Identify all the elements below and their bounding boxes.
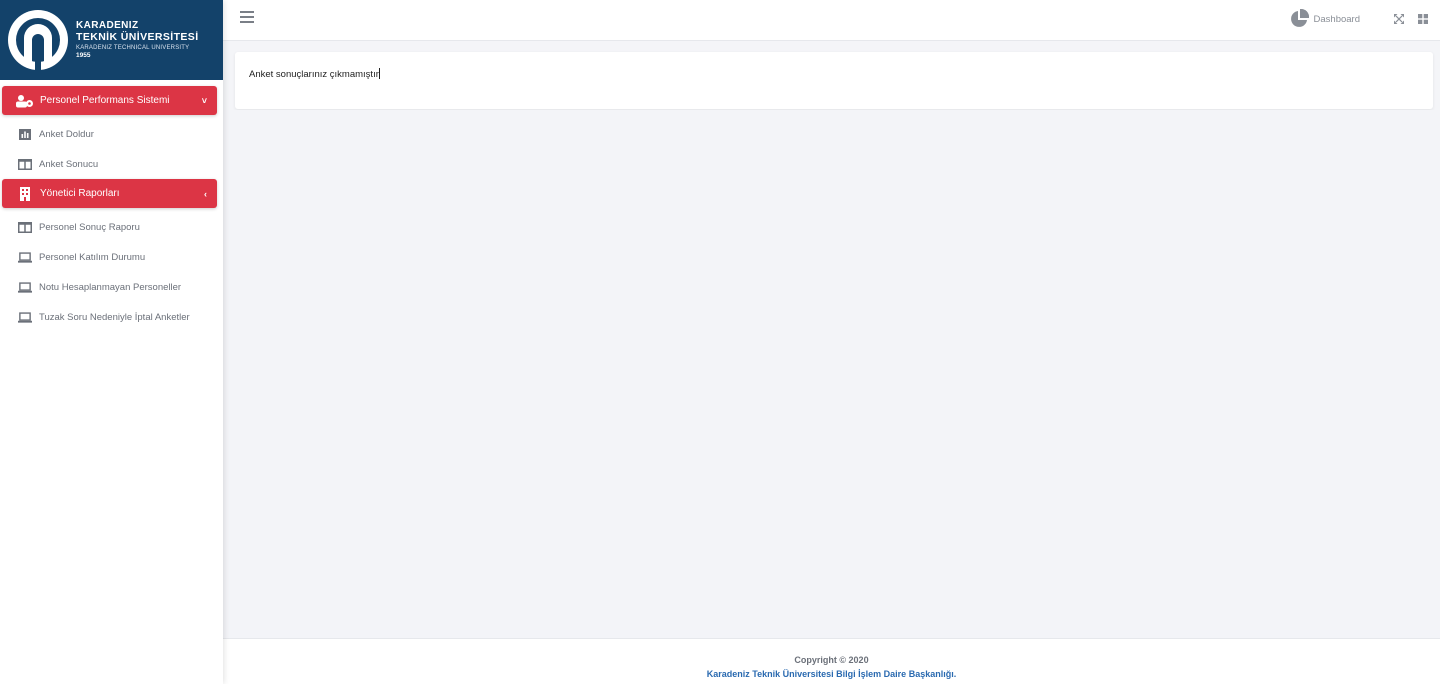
- brand-header[interactable]: KARADENIZ TEKNİK ÜNİVERSİTESİ KARADENIZ …: [0, 0, 223, 80]
- sidebar-item-notu-hesaplanmayan[interactable]: Notu Hesaplanmayan Personeller: [0, 272, 223, 302]
- expand-icon[interactable]: [1394, 14, 1404, 24]
- sidebar-item-anket-doldur[interactable]: Anket Doldur: [0, 119, 223, 149]
- sidebar-item-label: Tuzak Soru Nedeniyle İptal Anketler: [39, 311, 190, 323]
- chevron-down-icon: ˅: [201, 95, 207, 106]
- laptop-icon: [18, 311, 32, 323]
- sidebar-item-personel-katilim-durumu[interactable]: Personel Katılım Durumu: [0, 242, 223, 272]
- brand-text: KARADENIZ TEKNİK ÜNİVERSİTESİ KARADENIZ …: [76, 21, 199, 59]
- dashboard-label: Dashboard: [1313, 13, 1360, 25]
- sidebar-item-label: Anket Doldur: [39, 128, 94, 140]
- users-cog-icon: [16, 94, 34, 108]
- sidebar-item-label: Anket Sonucu: [39, 158, 99, 170]
- columns-icon: [18, 158, 32, 170]
- sidebar-item-label: Personel Katılım Durumu: [39, 251, 146, 263]
- bar-chart-icon: [18, 128, 32, 140]
- sidebar-group-personel-performans[interactable]: Personel Performans Sistemi ˅: [2, 86, 217, 115]
- grid-icon[interactable]: [1418, 14, 1428, 24]
- result-message-card: Anket sonuçlarınız çıkmamıştır: [235, 52, 1433, 109]
- laptop-icon: [18, 281, 32, 293]
- sidebar-group-label: Yönetici Raporları: [40, 188, 120, 199]
- sidebar-item-personel-sonuc-raporu[interactable]: Personel Sonuç Raporu: [0, 212, 223, 242]
- topbar-actions: Dashboard: [1289, 9, 1428, 29]
- sidebar-menu: Personel Performans Sistemi ˅ Anket Dold…: [0, 80, 223, 332]
- brand-year: 1955: [76, 51, 91, 59]
- laptop-icon: [18, 251, 32, 263]
- text-cursor: [378, 68, 380, 79]
- dashboard-link[interactable]: Dashboard: [1289, 9, 1360, 29]
- university-logo-icon: [8, 10, 68, 70]
- content-background: [223, 110, 1440, 638]
- columns-icon: [18, 221, 32, 233]
- sidebar-item-anket-sonucu[interactable]: Anket Sonucu: [0, 149, 223, 179]
- sidebar: KARADENIZ TEKNİK ÜNİVERSİTESİ KARADENIZ …: [0, 0, 223, 684]
- brand-name: KARADENIZ: [76, 20, 139, 31]
- pie-chart-icon: [1290, 9, 1309, 27]
- result-message: Anket sonuçlarınız çıkmamıştır: [249, 69, 379, 80]
- organization-link[interactable]: Karadeniz Teknik Üniversitesi Bilgi İşle…: [223, 667, 1440, 681]
- sidebar-group-label: Personel Performans Sistemi: [40, 95, 170, 106]
- hamburger-icon[interactable]: [240, 11, 254, 23]
- sidebar-group-yonetici-raporlari[interactable]: Yönetici Raporları ‹: [2, 179, 217, 208]
- brand-subname: TEKNİK ÜNİVERSİTESİ: [76, 31, 199, 43]
- copyright-text: Copyright © 2020: [794, 655, 869, 665]
- brand-english-name: KARADENIZ TECHNICAL UNIVERSITY: [76, 44, 190, 51]
- building-icon: [16, 186, 34, 201]
- sidebar-item-label: Personel Sonuç Raporu: [39, 221, 140, 233]
- top-navbar: Dashboard: [223, 0, 1440, 41]
- chevron-left-icon: ‹: [204, 188, 207, 199]
- sidebar-item-tuzak-soru[interactable]: Tuzak Soru Nedeniyle İptal Anketler: [0, 302, 223, 332]
- sidebar-item-label: Notu Hesaplanmayan Personeller: [39, 281, 182, 293]
- page-footer: Copyright © 2020 Karadeniz Teknik Üniver…: [223, 638, 1440, 684]
